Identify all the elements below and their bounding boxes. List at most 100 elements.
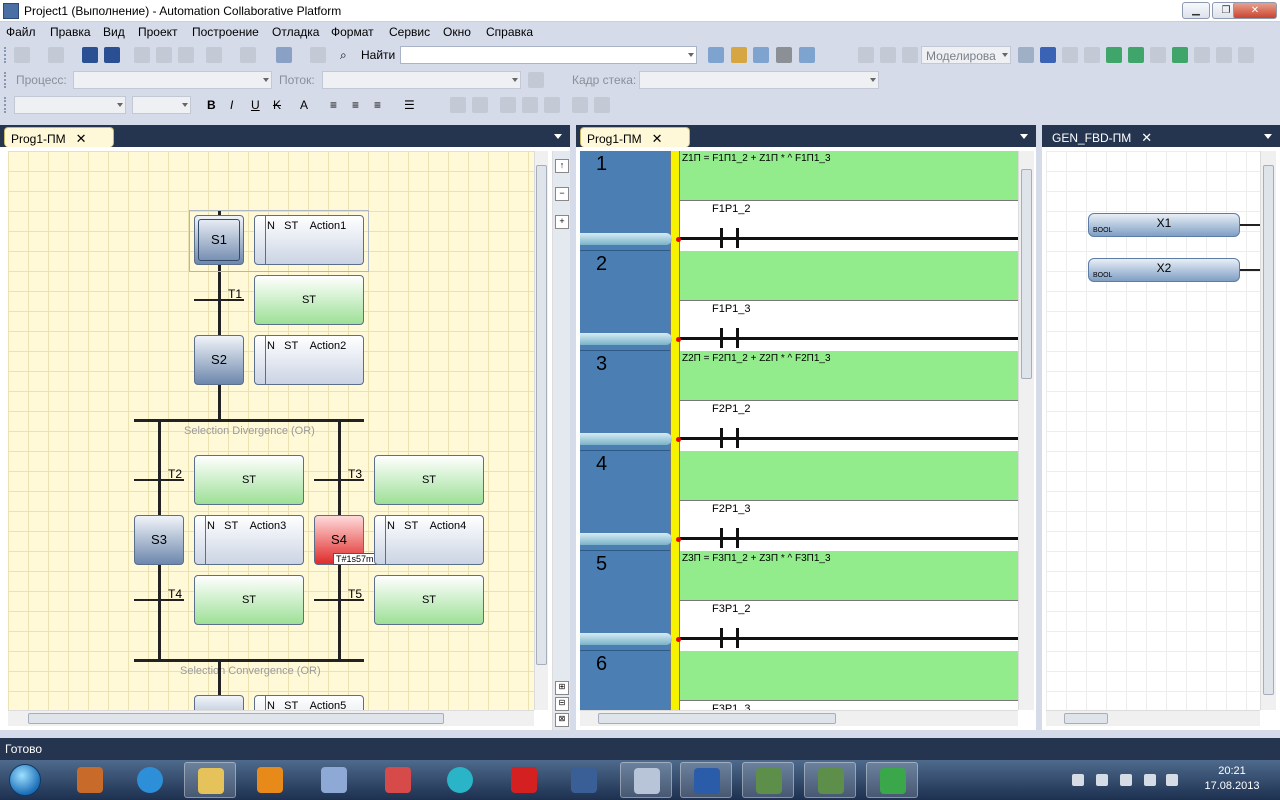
expand-icon[interactable]: ⊞ (555, 681, 569, 695)
transition-t5-st[interactable]: ST (374, 575, 484, 625)
debug-icon-2[interactable] (1106, 47, 1122, 63)
chevron-down-icon[interactable] (1020, 134, 1028, 139)
grid-icon-2[interactable] (880, 47, 896, 63)
thread-combo[interactable] (322, 71, 521, 89)
find-combo[interactable] (400, 46, 697, 64)
stop-icon[interactable] (1040, 47, 1056, 63)
open-icon[interactable] (48, 47, 64, 63)
run-icon[interactable] (1018, 47, 1034, 63)
menu-edit[interactable]: Правка (50, 25, 91, 39)
chevron-down-icon[interactable] (1264, 134, 1272, 139)
toolbar-grip[interactable] (4, 97, 7, 113)
rung-logic[interactable]: F3P1_3 (680, 701, 1018, 710)
taskbar-app-12[interactable] (742, 762, 794, 798)
find-in-files-icon[interactable] (310, 47, 326, 63)
contact-right[interactable] (736, 228, 739, 248)
rung-logic[interactable]: F3P1_2 (680, 601, 1018, 651)
taskbar-media[interactable] (244, 762, 296, 798)
contact-left[interactable] (720, 428, 723, 448)
paste-icon[interactable] (178, 47, 194, 63)
menu-build[interactable]: Построение (192, 25, 259, 39)
tab-prog1-ld[interactable]: Prog1-ПМ ✕ (580, 127, 690, 147)
fbd-block-x1[interactable]: X1 BOOL (1088, 213, 1240, 237)
align-right-icon[interactable]: ≡ (374, 98, 381, 112)
scroll-thumb[interactable] (28, 713, 444, 724)
transition-t2-st[interactable]: ST (194, 455, 304, 505)
menu-file[interactable]: Файл (6, 25, 36, 39)
action-block-3[interactable]: N ST Action3 (194, 515, 304, 565)
gear-icon[interactable] (1238, 47, 1254, 63)
draw-icon-2[interactable] (472, 97, 488, 113)
fbd-vertical-scrollbar[interactable] (1260, 151, 1276, 710)
chevron-down-icon[interactable] (1002, 53, 1008, 57)
taskbar-app-9[interactable] (558, 762, 610, 798)
step-icon[interactable] (1062, 47, 1078, 63)
tool-icon-4[interactable] (776, 47, 792, 63)
toolbar-grip[interactable] (4, 72, 7, 88)
cut-icon[interactable] (134, 47, 150, 63)
ld-vertical-scrollbar[interactable] (1018, 151, 1034, 710)
underline-icon[interactable]: U (251, 98, 260, 112)
step-s3[interactable]: S3 (134, 515, 184, 565)
draw-icon-5[interactable] (544, 97, 560, 113)
ld-rung[interactable]: 1 Z1П = F1П1_2 + Z1П * ^ F1П1_3 F1P1_2 (580, 151, 1018, 251)
rung-comment[interactable] (680, 651, 1018, 701)
rung-comment[interactable] (680, 251, 1018, 301)
contact-left[interactable] (720, 628, 723, 648)
stack-frame-combo[interactable] (639, 71, 879, 89)
close-button[interactable]: ✕ (1233, 2, 1277, 19)
contact-right[interactable] (736, 528, 739, 548)
taskbar-explorer[interactable] (184, 762, 236, 798)
tool-icon-3[interactable] (753, 47, 769, 63)
action-block-2[interactable]: N ST Action2 (254, 335, 364, 385)
collapse-icon[interactable]: ⊟ (555, 697, 569, 711)
rung-comment[interactable] (680, 451, 1018, 501)
save-all-icon[interactable] (104, 47, 120, 63)
network-icon[interactable] (1144, 774, 1156, 786)
menu-view[interactable]: Вид (103, 25, 125, 39)
rung-logic[interactable]: F2P1_2 (680, 401, 1018, 451)
rung-logic[interactable]: F2P1_3 (680, 501, 1018, 551)
contact-left[interactable] (720, 328, 723, 348)
menu-window[interactable]: Окно (443, 25, 471, 39)
rung-comment[interactable]: Z3П = F3П1_2 + Z3П * ^ F3П1_3 (680, 551, 1018, 601)
chevron-down-icon[interactable] (263, 78, 269, 82)
draw-icon-6[interactable] (572, 97, 588, 113)
copy-icon[interactable] (156, 47, 172, 63)
grid-icon-1[interactable] (858, 47, 874, 63)
flag-icon[interactable] (1096, 774, 1108, 786)
contact-right[interactable] (736, 328, 739, 348)
contact-left[interactable] (720, 528, 723, 548)
ld-rung[interactable]: 5 Z3П = F3П1_2 + Z3П * ^ F3П1_3 F3P1_2 (580, 551, 1018, 651)
taskbar-app-10[interactable] (620, 762, 672, 798)
tab-gen-fbd[interactable]: GEN_FBD-ПМ ✕ (1046, 127, 1158, 147)
ld-canvas[interactable]: 1 Z1П = F1П1_2 + Z1П * ^ F1П1_3 F1P1_2 2 F1P… (580, 151, 1018, 710)
menu-service[interactable]: Сервис (389, 25, 430, 39)
chevron-down-icon[interactable] (182, 103, 188, 107)
chevron-down-icon[interactable] (554, 134, 562, 139)
clock[interactable]: 20:21 17.08.2013 (1192, 764, 1272, 794)
ld-horizontal-scrollbar[interactable] (580, 710, 1018, 726)
debug-icon-6[interactable] (1194, 47, 1210, 63)
close-icon[interactable]: ✕ (76, 131, 87, 146)
rung-handle[interactable] (580, 233, 672, 245)
chevron-down-icon[interactable] (117, 103, 123, 107)
italic-icon[interactable]: I (230, 98, 233, 112)
new-icon[interactable] (14, 47, 30, 63)
ld-rung[interactable]: 2 F1P1_3 (580, 251, 1018, 351)
fit-icon[interactable]: ⊠ (555, 713, 569, 727)
contact-right[interactable] (736, 428, 739, 448)
transition-t3-st[interactable]: ST (374, 455, 484, 505)
sfc-canvas[interactable]: S1 N ST Action1 T1 ST S2 N ST Action2 Se… (8, 151, 534, 710)
device-icon[interactable] (1120, 774, 1132, 786)
grid-icon-3[interactable] (902, 47, 918, 63)
rung-logic[interactable]: F1P1_2 (680, 201, 1018, 251)
step-s2[interactable]: S2 (194, 335, 244, 385)
toolbar-grip[interactable] (4, 47, 7, 63)
rung-handle[interactable] (580, 533, 672, 545)
redo-icon[interactable] (240, 47, 256, 63)
chevron-down-icon[interactable] (870, 78, 876, 82)
taskbar-word[interactable] (680, 762, 732, 798)
undo-icon[interactable] (206, 47, 222, 63)
simulation-combo[interactable]: Моделирова (921, 46, 1011, 64)
